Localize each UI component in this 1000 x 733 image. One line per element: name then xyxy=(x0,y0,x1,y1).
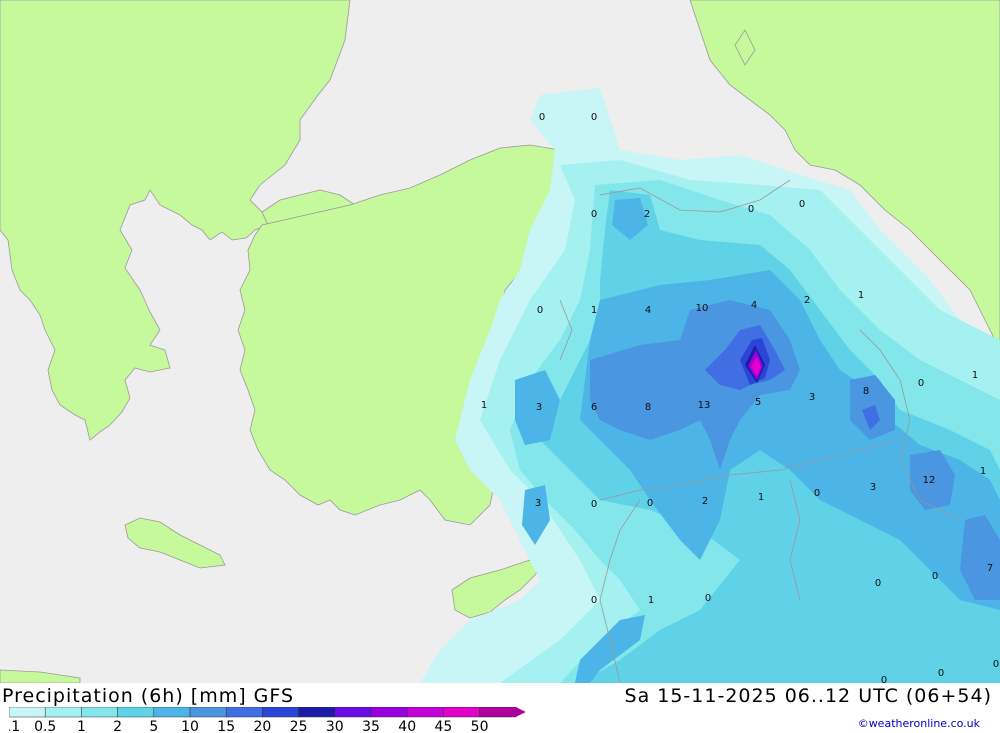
legend-label: 0.1 xyxy=(9,719,20,733)
map-value: 0 xyxy=(591,595,597,606)
map-value: 0 xyxy=(932,571,938,582)
legend-label: 10 xyxy=(181,719,199,733)
map-value: 1 xyxy=(972,370,978,381)
map-value: 0 xyxy=(539,112,545,123)
map-value: 1 xyxy=(980,466,986,477)
map-value: 8 xyxy=(645,402,651,413)
map-value: 3 xyxy=(809,392,815,403)
legend-swatch xyxy=(479,707,517,718)
legend-swatch xyxy=(117,707,155,718)
legend-label: 25 xyxy=(290,719,308,733)
map-value: 5 xyxy=(755,397,761,408)
precipitation-map: 0 0 0 2 0 0 0 1 4 10 4 2 1 1 3 6 8 13 5 … xyxy=(0,0,1000,683)
map-value: 0 xyxy=(881,675,887,683)
legend-swatch xyxy=(443,707,480,718)
map-value: 1 xyxy=(758,492,764,503)
forecast-datetime: Sa 15-11-2025 06..12 UTC (06+54) xyxy=(624,685,992,707)
legend-swatch xyxy=(153,707,191,718)
map-value: 2 xyxy=(702,496,708,507)
map-value: 2 xyxy=(644,209,650,220)
map-value: 1 xyxy=(481,400,487,411)
footer: Precipitation (6h) [mm] GFS Sa 15-11-202… xyxy=(0,683,1000,733)
map-value: 3 xyxy=(870,482,876,493)
legend-label: 1 xyxy=(77,719,86,733)
map-value: 0 xyxy=(918,378,924,389)
map-value: 6 xyxy=(591,402,597,413)
map-value: 0 xyxy=(647,498,653,509)
map-value: 3 xyxy=(535,498,541,509)
legend-label: 45 xyxy=(434,719,452,733)
legend-swatch xyxy=(225,707,263,718)
map-value: 1 xyxy=(591,305,597,316)
map-value: 0 xyxy=(591,112,597,123)
map-value: 1 xyxy=(648,595,654,606)
map-value: 7 xyxy=(987,563,993,574)
map-value: 12 xyxy=(923,475,936,486)
legend-label: 40 xyxy=(398,719,416,733)
map-value: 4 xyxy=(751,300,757,311)
legend-label: 30 xyxy=(326,719,344,733)
map-value: 0 xyxy=(814,488,820,499)
legend-label: 0.5 xyxy=(34,719,56,733)
legend-label: 2 xyxy=(113,719,122,733)
legend-swatch xyxy=(9,707,46,718)
map-value: 0 xyxy=(993,659,999,670)
legend-swatch xyxy=(370,707,408,718)
map-value: 0 xyxy=(705,593,711,604)
map-value: 0 xyxy=(591,209,597,220)
legend-label: 15 xyxy=(217,719,235,733)
legend-swatch xyxy=(189,707,227,718)
map-value: 0 xyxy=(938,668,944,679)
map-value: 3 xyxy=(536,402,542,413)
map-value: 8 xyxy=(863,386,869,397)
legend-swatch xyxy=(334,707,372,718)
legend-arrow xyxy=(515,707,526,717)
legend-swatch xyxy=(262,707,299,718)
map-value: 1 xyxy=(858,290,864,301)
legend-swatch xyxy=(406,707,444,718)
legend-label: 35 xyxy=(362,719,380,733)
map-value: 0 xyxy=(591,499,597,510)
map-value: 4 xyxy=(645,305,651,316)
color-scale-legend: 0.10.5125101520253035404550 xyxy=(9,707,526,733)
map-value: 0 xyxy=(875,578,881,589)
map-value: 10 xyxy=(696,303,709,314)
map-value: 0 xyxy=(537,305,543,316)
legend-swatch xyxy=(81,707,118,718)
map-value: 0 xyxy=(748,204,754,215)
legend-label: 5 xyxy=(149,719,158,733)
map-title: Precipitation (6h) [mm] GFS xyxy=(2,685,295,707)
legend-label: 20 xyxy=(253,719,271,733)
legend-swatch xyxy=(298,707,336,718)
credit-link[interactable]: ©weatheronline.co.uk xyxy=(858,717,980,730)
map-value: 2 xyxy=(804,295,810,306)
legend-label: 50 xyxy=(471,719,489,733)
legend-swatch xyxy=(44,707,82,718)
map-value: 13 xyxy=(698,400,711,411)
map-value: 0 xyxy=(799,199,805,210)
